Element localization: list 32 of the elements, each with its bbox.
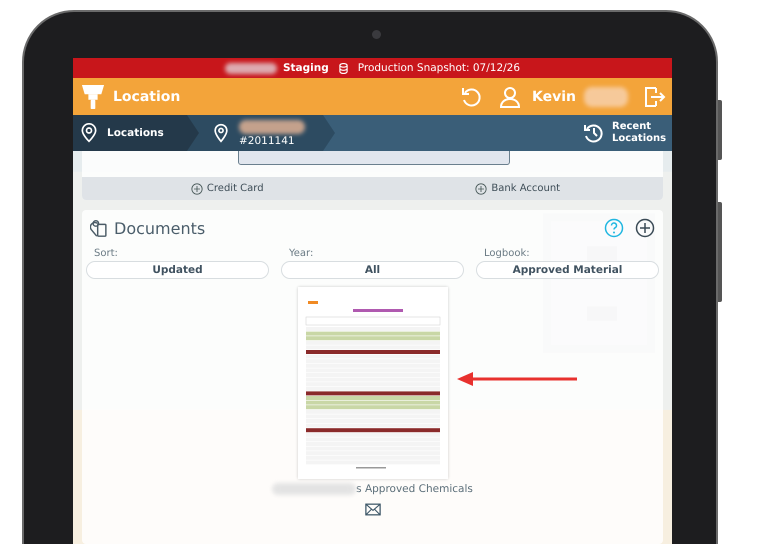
- document-name[interactable]: s Approved Chemicals: [356, 483, 473, 495]
- filter-label: Year:: [288, 248, 314, 259]
- recent-locations-button[interactable]: Recent Locations: [582, 115, 672, 151]
- breadcrumb[interactable]: #2011141: [187, 115, 335, 151]
- database-icon: [338, 62, 348, 74]
- add-icon[interactable]: [635, 218, 655, 238]
- redaction-mark: [584, 86, 628, 106]
- breadcrumb[interactable]: Locations: [73, 115, 199, 151]
- add-icon: [190, 182, 203, 194]
- filter-dropdown[interactable]: All: [281, 261, 464, 279]
- map-pin-icon: [79, 123, 99, 143]
- filter-dropdown[interactable]: Updated: [86, 261, 269, 279]
- filter-label: Sort:: [93, 248, 119, 259]
- filter-label: Logbook:: [483, 248, 531, 259]
- environment-label: Staging: [282, 62, 329, 74]
- add-payment-button[interactable]: Credit Card: [82, 177, 372, 200]
- page-title: Location: [113, 88, 180, 104]
- redaction-mark: [239, 120, 305, 134]
- paintbrush-icon: [81, 82, 105, 110]
- camera-icon: [372, 30, 381, 39]
- section-title: Documents: [114, 218, 206, 238]
- help-icon[interactable]: [604, 218, 624, 238]
- snapshot-label: Production Snapshot: 07/12/26: [358, 62, 520, 74]
- document-thumbnail[interactable]: [298, 287, 448, 479]
- add-icon: [475, 182, 488, 194]
- redaction-mark: [224, 62, 277, 74]
- documents-icon: [90, 218, 109, 238]
- logout-icon[interactable]: [642, 84, 666, 108]
- user-icon[interactable]: [498, 84, 522, 108]
- mail-icon[interactable]: [364, 503, 380, 516]
- add-payment-button[interactable]: Bank Account: [372, 177, 663, 200]
- filter-dropdown[interactable]: Approved Material: [476, 261, 659, 279]
